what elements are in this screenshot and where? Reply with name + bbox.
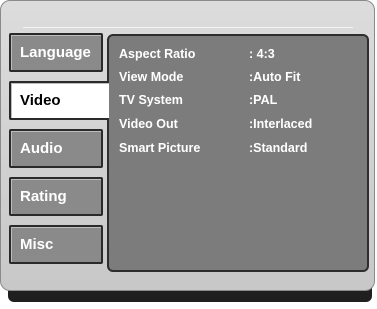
tab-audio[interactable]: Audio (9, 129, 103, 168)
setting-value: :Standard (249, 141, 308, 155)
setup-menu-panel: Language Video Audio Rating Misc Aspect … (0, 0, 375, 291)
tab-rating[interactable]: Rating (9, 177, 103, 216)
setting-row-view-mode[interactable]: View Mode :Auto Fit (119, 67, 364, 87)
tab-misc[interactable]: Misc (9, 225, 103, 264)
setting-value: :PAL (249, 93, 278, 107)
setting-row-smart-picture[interactable]: Smart Picture :Standard (119, 138, 364, 158)
setting-label: Video Out (119, 117, 178, 131)
tab-language[interactable]: Language (9, 33, 103, 72)
setting-label: Aspect Ratio (119, 47, 196, 61)
setting-value: : 4:3 (249, 47, 275, 61)
setting-row-video-out[interactable]: Video Out :Interlaced (119, 114, 364, 134)
tab-video[interactable]: Video (9, 81, 109, 120)
setting-row-aspect-ratio[interactable]: Aspect Ratio : 4:3 (119, 44, 364, 64)
setting-row-tv-system[interactable]: TV System :PAL (119, 90, 364, 110)
setting-value: :Auto Fit (249, 70, 301, 84)
setting-label: View Mode (119, 70, 184, 84)
setting-label: Smart Picture (119, 141, 201, 155)
setting-label: TV System (119, 93, 183, 107)
video-settings-panel: Aspect Ratio : 4:3 View Mode :Auto Fit T… (107, 34, 369, 272)
panel-divider (23, 27, 353, 28)
setting-value: :Interlaced (249, 117, 313, 131)
